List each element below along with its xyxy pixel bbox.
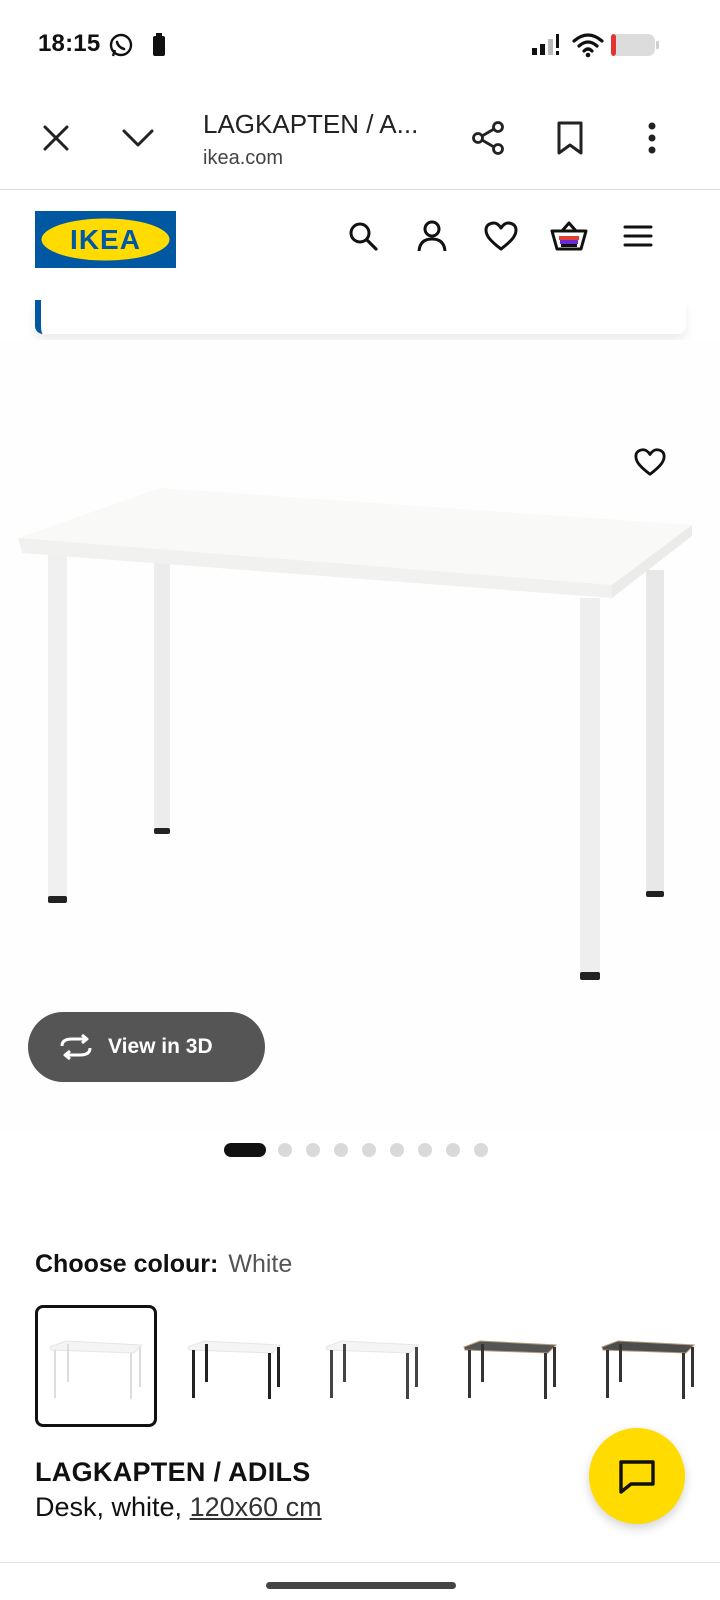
- swatch-grey-turquoise[interactable]: [449, 1305, 571, 1427]
- basket-icon[interactable]: [547, 214, 591, 258]
- swatch-white-black[interactable]: [173, 1305, 295, 1427]
- carousel-dot[interactable]: [334, 1143, 348, 1157]
- close-icon[interactable]: [32, 114, 80, 162]
- carousel-dot[interactable]: [362, 1143, 376, 1157]
- view-in-3d-button[interactable]: View in 3D: [28, 1012, 265, 1082]
- swatch-black-brown[interactable]: [587, 1305, 709, 1427]
- carousel-dot[interactable]: [418, 1143, 432, 1157]
- ikea-logo[interactable]: IKEA: [35, 211, 176, 268]
- battery-icon: [610, 33, 660, 62]
- chat-icon: [619, 1460, 655, 1494]
- colour-label: Choose colour:: [35, 1250, 219, 1278]
- wifi-icon: [572, 32, 604, 63]
- colour-swatches: [35, 1305, 720, 1430]
- carousel-indicator: [0, 1140, 720, 1160]
- search-icon[interactable]: [341, 214, 385, 258]
- menu-icon[interactable]: [616, 214, 660, 258]
- carousel-dot[interactable]: [446, 1143, 460, 1157]
- status-time: 18:15: [38, 30, 101, 57]
- carousel-dot[interactable]: [278, 1143, 292, 1157]
- heart-icon[interactable]: [479, 214, 523, 258]
- more-vert-icon[interactable]: [628, 114, 676, 162]
- product-description: Desk, white, 120x60 cm: [35, 1492, 322, 1523]
- bookmark-icon[interactable]: [546, 114, 594, 162]
- battery-small-icon: [152, 33, 166, 62]
- chevron-down-icon[interactable]: [114, 114, 162, 162]
- logo-text: IKEA: [70, 224, 141, 255]
- account-icon[interactable]: [410, 214, 454, 258]
- view-in-3d-label: View in 3D: [108, 1035, 213, 1058]
- chat-button[interactable]: [589, 1428, 685, 1524]
- status-bar: 18:15: [0, 0, 720, 92]
- carousel-dot[interactable]: [474, 1143, 488, 1157]
- divider: [0, 1562, 720, 1563]
- product-desc-prefix: Desk, white,: [35, 1492, 190, 1522]
- colour-chooser-heading: Choose colour: White: [35, 1250, 292, 1279]
- product-image[interactable]: View in 3D: [0, 340, 720, 1130]
- notice-banner: [35, 300, 686, 334]
- carousel-dot-active[interactable]: [224, 1143, 266, 1157]
- colour-value: White: [228, 1250, 293, 1278]
- rotate-3d-icon: [60, 1034, 92, 1060]
- carousel-dot[interactable]: [390, 1143, 404, 1157]
- desk-illustration: [18, 488, 692, 980]
- signal-icon: [530, 34, 566, 61]
- site-header: IKEA: [0, 190, 720, 300]
- carousel-dot[interactable]: [306, 1143, 320, 1157]
- page-url: ikea.com: [203, 147, 284, 169]
- whatsapp-icon: [108, 33, 134, 64]
- product-size-link[interactable]: 120x60 cm: [190, 1492, 322, 1522]
- page-title: LAGKAPTEN / A...: [203, 109, 419, 139]
- home-indicator[interactable]: [266, 1582, 456, 1589]
- share-icon[interactable]: [464, 114, 512, 162]
- swatch-white[interactable]: [35, 1305, 157, 1427]
- swatch-white-dark-grey[interactable]: [311, 1305, 433, 1427]
- product-name: LAGKAPTEN / ADILS: [35, 1457, 311, 1487]
- add-to-favourites-icon[interactable]: [628, 440, 672, 484]
- browser-toolbar: LAGKAPTEN / A... ikea.com: [0, 92, 720, 190]
